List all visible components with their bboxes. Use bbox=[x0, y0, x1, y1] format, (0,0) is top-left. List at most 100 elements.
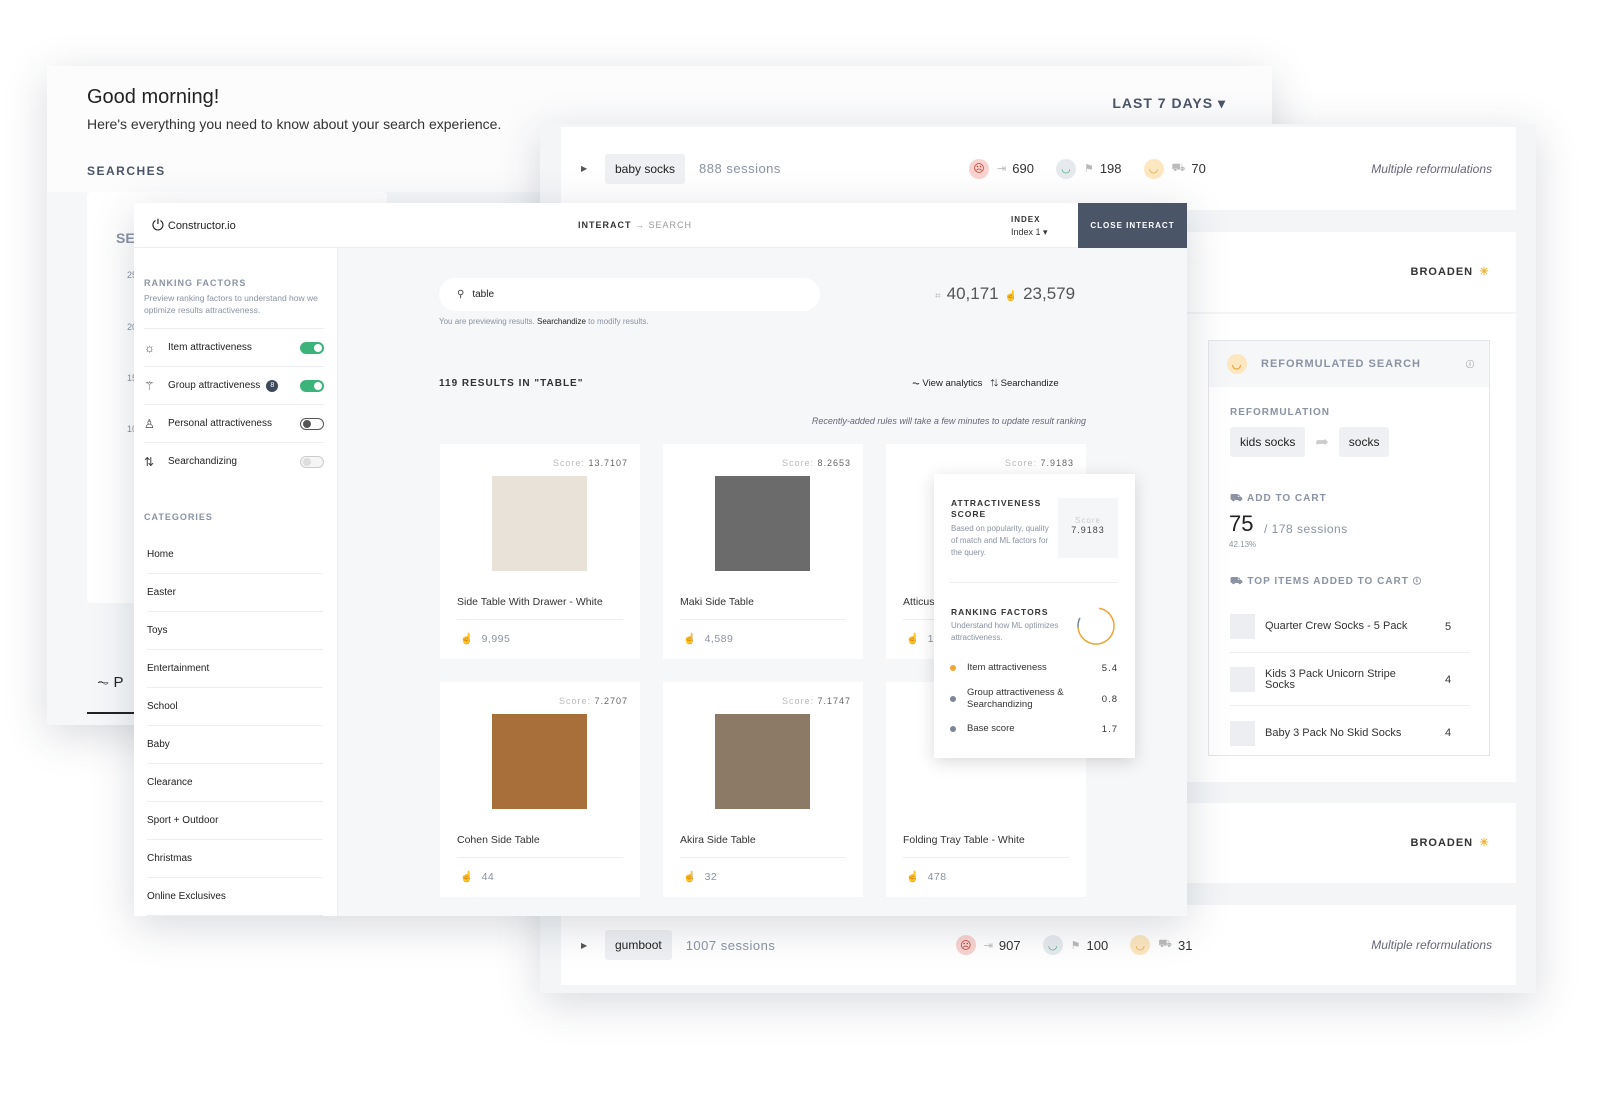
product-name: Maki Side Table bbox=[680, 596, 754, 608]
category-item[interactable]: Christmas bbox=[147, 840, 323, 878]
sidebar: RANKING FACTORS Preview ranking factors … bbox=[134, 248, 338, 916]
happy-count: 31 bbox=[1178, 937, 1193, 953]
ranking-factor-label: Group attractiveness bbox=[168, 380, 261, 391]
info-icon[interactable]: ⓘ bbox=[1413, 576, 1423, 587]
broaden-label: BROADEN bbox=[1410, 837, 1474, 849]
category-item[interactable]: Clearance bbox=[147, 764, 323, 802]
chart-title: SE bbox=[116, 230, 135, 246]
cart-icon: ⛟ bbox=[1158, 938, 1173, 950]
breadcrumb-search[interactable]: SEARCH bbox=[649, 220, 693, 230]
product-card[interactable]: Score: 8.2653 Maki Side Table ☝ 4,589 bbox=[663, 444, 863, 659]
sort-icon: ⇅ bbox=[990, 378, 1001, 389]
atc-sessions: / 178 sessions bbox=[1264, 522, 1348, 536]
product-clicks: ☝ 478 bbox=[906, 871, 947, 883]
neutral-stat: ◡ ⚑ 100 bbox=[1042, 935, 1108, 955]
category-item[interactable]: Home bbox=[147, 536, 323, 574]
legend-dot bbox=[950, 696, 956, 702]
info-icon[interactable]: ⓘ bbox=[1466, 359, 1475, 370]
category-item[interactable]: Easter bbox=[147, 574, 323, 612]
product-card[interactable]: Score: 7.1747 Akira Side Table ☝ 32 bbox=[663, 682, 863, 897]
session-count: 1007 sessions bbox=[685, 937, 776, 953]
product-score: Score: 7.1747 bbox=[781, 696, 851, 706]
popover-title: ATTRACTIVENESS SCORE bbox=[951, 498, 1042, 519]
category-item[interactable]: Sport + Outdoor bbox=[147, 802, 323, 840]
tab-label: P bbox=[113, 674, 124, 691]
ranking-factor-toggle[interactable] bbox=[300, 379, 324, 392]
product-card[interactable]: Score: 7.2707 Cohen Side Table ☝ 44 bbox=[440, 682, 640, 897]
date-range-dropdown[interactable]: LAST 7 DAYS ▾ bbox=[1112, 95, 1226, 112]
add-to-cart-label: ⛟ ADD TO CART bbox=[1230, 493, 1327, 504]
ranking-factor-toggle[interactable] bbox=[300, 455, 324, 468]
click-icon: ☝ bbox=[906, 633, 920, 645]
arrow-right-icon: → bbox=[635, 220, 646, 230]
result-actions: ⏦ View analytics ⇅ Searchandize bbox=[912, 378, 1059, 389]
broaden-button[interactable]: BROADEN ☀ bbox=[1411, 836, 1491, 849]
ranking-factor-label: Personal attractiveness bbox=[168, 418, 272, 429]
ranking-factor-toggle[interactable] bbox=[300, 417, 324, 430]
view-analytics-button[interactable]: ⏦ View analytics bbox=[912, 378, 982, 389]
product-name: Akira Side Table bbox=[680, 834, 756, 846]
cart-icon: ⛟ bbox=[1230, 493, 1247, 504]
product-score: Score: 8.2653 bbox=[781, 458, 851, 468]
category-item[interactable]: Toys bbox=[147, 612, 323, 650]
searches-label: SEARCHES bbox=[87, 164, 166, 178]
top-item-name: Baby 3 Pack No Skid Socks bbox=[1265, 726, 1402, 739]
index-value: Index 1 bbox=[1011, 227, 1041, 237]
product-card[interactable]: Score: 13.7107 Side Table With Drawer - W… bbox=[440, 444, 640, 659]
index-selector[interactable]: INDEX Index 1 ▾ bbox=[1011, 214, 1048, 238]
search-icon: ⚲ bbox=[457, 289, 465, 300]
to-query-chip[interactable]: socks bbox=[1338, 427, 1390, 457]
image-placeholder-icon bbox=[1230, 720, 1255, 746]
atc-percent: 42.13% bbox=[1229, 540, 1257, 549]
expand-caret-icon[interactable]: ▶ bbox=[581, 164, 605, 173]
reformulation-note: Multiple reformulations bbox=[1371, 161, 1492, 176]
redirect-arrow-icon: ➦ bbox=[1315, 434, 1329, 451]
expand-caret-icon[interactable]: ▶ bbox=[581, 941, 605, 950]
happy-face-icon: ◡ bbox=[1143, 158, 1164, 179]
click-icon: ☝ bbox=[460, 633, 474, 645]
factor-label: Base score bbox=[967, 723, 1015, 734]
legend-dot bbox=[950, 726, 956, 732]
neutral-face-icon: ◡ bbox=[1055, 158, 1076, 179]
click-icon: ☝ bbox=[460, 871, 474, 883]
breadcrumb-interact[interactable]: INTERACT bbox=[578, 220, 632, 230]
query-row[interactable]: ▶ baby socks 888 sessions ☹ ⇥ 690 ◡ ⚑ 198 ◡ ⛟ 70 Mul… bbox=[561, 127, 1516, 210]
reformulated-title: REFORMULATED SEARCH bbox=[1261, 358, 1421, 370]
ranking-factors-title: RANKING FACTORS bbox=[144, 278, 247, 288]
happy-count: 70 bbox=[1191, 161, 1206, 176]
searchandize-link[interactable]: Searchandize bbox=[537, 317, 586, 326]
broaden-button[interactable]: BROADEN ☀ bbox=[1411, 265, 1491, 278]
ranking-factor: ♙ Personal attractiveness bbox=[144, 404, 324, 442]
preview-note: You are previewing results. Searchandize… bbox=[439, 317, 649, 326]
from-query-chip[interactable]: kids socks bbox=[1230, 427, 1306, 457]
results-count: 119 RESULTS IN "TABLE" bbox=[439, 378, 584, 389]
category-item[interactable]: Baby bbox=[147, 726, 323, 764]
product-name: Side Table With Drawer - White bbox=[457, 596, 603, 608]
product-clicks: ☝ 9,995 bbox=[460, 633, 511, 645]
product-score: Score: 13.7107 bbox=[552, 458, 628, 468]
happy-face-icon: ◡ bbox=[1130, 935, 1151, 955]
close-interact-button[interactable]: CLOSE INTERACT bbox=[1078, 203, 1187, 248]
query-chip: baby socks bbox=[605, 153, 686, 184]
categories-title: CATEGORIES bbox=[144, 512, 213, 522]
product-image bbox=[715, 714, 810, 809]
click-count: 23,579 bbox=[1023, 284, 1076, 303]
neutral-face-icon: ◡ bbox=[1042, 935, 1063, 955]
tab-performance[interactable]: ⏦ P bbox=[97, 674, 123, 691]
search-input[interactable]: ⚲ table bbox=[439, 278, 820, 311]
ranking-factor-toggle[interactable] bbox=[300, 341, 324, 354]
unhappy-count: 907 bbox=[998, 937, 1021, 953]
query-row[interactable]: ▶ gumboot 1007 sessions ☹ ⇥ 907 ◡ ⚑ 100 ◡ ⛟ 31 Multi… bbox=[561, 905, 1516, 985]
popover-rf-desc: Understand how ML optimizes attractivene… bbox=[951, 621, 1059, 642]
category-item[interactable]: Entertainment bbox=[147, 650, 323, 688]
logo[interactable]: ⏻ Constructor.io bbox=[152, 217, 236, 234]
category-item[interactable]: School bbox=[147, 688, 323, 726]
score-box: Score 7.9183 bbox=[1058, 498, 1118, 558]
legend-dot bbox=[950, 665, 956, 671]
searchandize-button[interactable]: ⇅ Searchandize bbox=[990, 378, 1058, 389]
query-chip: gumboot bbox=[605, 930, 672, 960]
product-score: Score: 7.2707 bbox=[558, 696, 628, 706]
reformulation-note: Multiple reformulations bbox=[1371, 938, 1492, 952]
category-item[interactable]: Online Exclusives bbox=[147, 878, 323, 916]
click-icon: ☝ bbox=[906, 871, 920, 883]
